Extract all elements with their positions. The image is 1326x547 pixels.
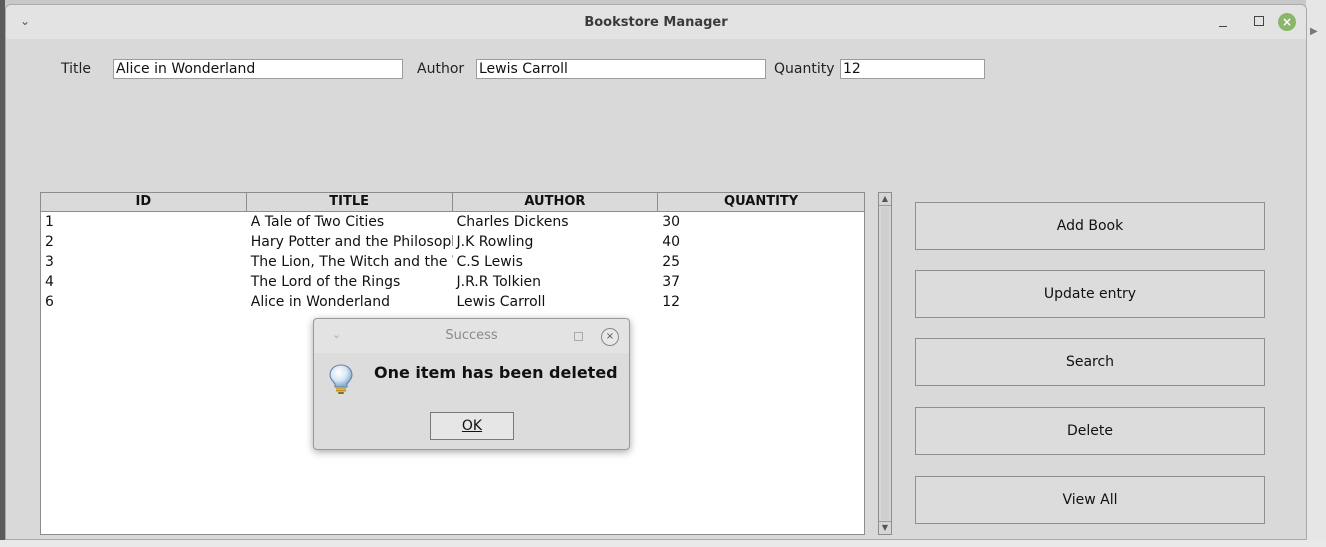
dialog-close-button[interactable]: ×: [601, 328, 619, 346]
chevron-right-icon: ▶: [1310, 26, 1318, 37]
table-row[interactable]: 3 The Lion, The Witch and the W C.S Lewi…: [41, 252, 864, 272]
cell-title: The Lord of the Rings: [250, 274, 401, 290]
cell-id: 4: [45, 274, 54, 290]
window-titlebar[interactable]: ⌄ Bookstore Manager ×: [6, 5, 1306, 39]
cell-quantity: 37: [662, 274, 681, 290]
cell-title: Alice in Wonderland: [250, 294, 391, 310]
add-book-button[interactable]: Add Book: [915, 202, 1265, 250]
window-menu-chevron-icon[interactable]: ⌄: [20, 14, 36, 30]
cell-quantity: 25: [662, 254, 681, 270]
cell-author: Charles Dickens: [456, 214, 569, 230]
table-header: ID TITLE AUTHOR QUANTITY: [41, 193, 864, 212]
scroll-up-arrow-icon[interactable]: ▲: [879, 193, 891, 206]
delete-button[interactable]: Delete: [915, 407, 1265, 455]
scroll-down-arrow-icon[interactable]: ▼: [879, 521, 891, 534]
table-row[interactable]: 6 Alice in Wonderland Lewis Carroll 12: [41, 292, 864, 312]
title-input[interactable]: [113, 59, 403, 79]
cell-id: 1: [45, 214, 54, 230]
column-header-author[interactable]: AUTHOR: [453, 193, 659, 211]
cell-id: 2: [45, 234, 54, 250]
ok-button[interactable]: OK: [430, 412, 514, 440]
table-row[interactable]: 4 The Lord of the Rings J.R.R Tolkien 37: [41, 272, 864, 292]
update-entry-button[interactable]: Update entry: [915, 270, 1265, 318]
cell-id: 3: [45, 254, 54, 270]
scrollbar-track[interactable]: [881, 207, 889, 520]
cell-quantity: 30: [662, 214, 681, 230]
author-label: Author: [417, 61, 465, 77]
author-input[interactable]: [476, 59, 766, 79]
table-scrollbar[interactable]: ▲ ▼: [878, 192, 892, 535]
column-header-quantity[interactable]: QUANTITY: [658, 193, 864, 211]
cell-title: The Lion, The Witch and the W: [250, 254, 453, 270]
cell-author: J.R.R Tolkien: [456, 274, 542, 290]
cell-quantity: 40: [662, 234, 681, 250]
table-row[interactable]: 1 A Tale of Two Cities Charles Dickens 3…: [41, 212, 864, 232]
dialog-maximize-button[interactable]: [574, 332, 583, 341]
close-button[interactable]: ×: [1278, 13, 1296, 31]
dialog-titlebar[interactable]: ⌄ Success ×: [314, 319, 629, 353]
maximize-button[interactable]: [1254, 16, 1264, 26]
cell-title: Hary Potter and the Philosophe: [250, 234, 453, 250]
dialog-message: One item has been deleted: [374, 363, 618, 382]
search-button[interactable]: Search: [915, 338, 1265, 386]
minimize-button[interactable]: [1216, 13, 1232, 31]
column-header-id[interactable]: ID: [41, 193, 247, 211]
title-label: Title: [61, 61, 92, 77]
main-window: ⌄ Bookstore Manager × Title Author Quant…: [5, 4, 1307, 540]
desktop-background-bottom: [0, 540, 1326, 547]
success-dialog: ⌄ Success × One item has been deleted OK: [313, 318, 630, 450]
cell-author: C.S Lewis: [456, 254, 523, 270]
window-title: Bookstore Manager: [584, 14, 728, 30]
cell-quantity: 12: [662, 294, 681, 310]
cell-author: J.K Rowling: [456, 234, 534, 250]
cell-id: 6: [45, 294, 54, 310]
cell-author: Lewis Carroll: [456, 294, 546, 310]
quantity-input[interactable]: [840, 59, 985, 79]
lightbulb-icon: [329, 364, 353, 394]
quantity-label: Quantity: [774, 61, 835, 77]
cell-title: A Tale of Two Cities: [250, 214, 385, 230]
column-header-title[interactable]: TITLE: [247, 193, 453, 211]
view-all-button[interactable]: View All: [915, 476, 1265, 524]
desktop-background-right: ▶: [1306, 0, 1326, 547]
table-row[interactable]: 2 Hary Potter and the Philosophe J.K Row…: [41, 232, 864, 252]
